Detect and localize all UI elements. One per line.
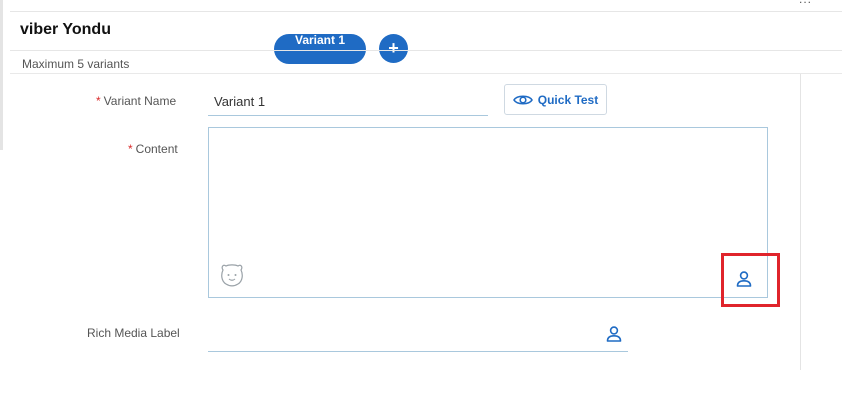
required-mark: *: [128, 142, 133, 156]
emoji-icon[interactable]: [218, 262, 246, 288]
eye-icon: [512, 94, 533, 105]
variant-name-label: * Variant Name: [96, 94, 176, 108]
left-edge-strip: [0, 0, 3, 150]
add-variant-button[interactable]: +: [379, 34, 408, 63]
content-label: * Content: [128, 142, 178, 156]
more-options-icon[interactable]: ...: [799, 0, 812, 6]
required-mark: *: [96, 94, 101, 108]
right-panel-divider: [800, 74, 801, 370]
quick-test-label: Quick Test: [537, 92, 599, 107]
highlight-box: [721, 253, 780, 307]
content-textarea[interactable]: [208, 127, 768, 298]
header-divider: [10, 50, 842, 51]
person-icon[interactable]: [605, 325, 623, 343]
content-label-text: Content: [135, 142, 178, 156]
top-divider: [10, 11, 842, 12]
max-variants-note: Maximum 5 variants: [22, 57, 130, 71]
variant-tab-label: Variant 1: [294, 34, 346, 47]
rich-media-label: Rich Media Label: [87, 326, 180, 340]
page-title: viber Yondu: [20, 21, 111, 38]
variant-tab-active[interactable]: Variant 1: [274, 34, 366, 64]
plus-icon: +: [388, 38, 399, 58]
section-divider: [10, 73, 842, 74]
quick-test-button[interactable]: Quick Test: [504, 84, 607, 115]
variant-name-input[interactable]: [208, 88, 488, 116]
variant-name-label-text: Variant Name: [103, 94, 177, 108]
rich-media-input[interactable]: [208, 320, 628, 352]
